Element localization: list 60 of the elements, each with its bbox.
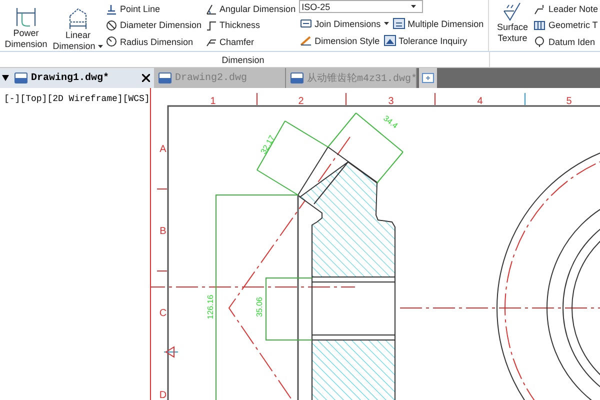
ribbon-button[interactable]: Power Dimension [0, 4, 52, 51]
caret-icon [410, 5, 416, 8]
ruler-label: 4 [477, 96, 483, 107]
ruler-label: D [159, 390, 167, 400]
document-tab[interactable]: Drawing1.dwg* [10, 68, 154, 88]
ribbon-button[interactable]: Surface Texture [492, 0, 532, 51]
tolerance-icon [384, 35, 396, 46]
ruler-label: 5 [566, 96, 572, 107]
circle-slash-icon [106, 20, 117, 31]
ribbon-button[interactable]: Point Line [105, 1, 203, 18]
ruler-label: C [159, 308, 167, 319]
new-tab-button[interactable] [419, 68, 437, 88]
ruler-label: 1 [210, 96, 216, 107]
ruler-tick [156, 188, 168, 190]
ribbon-button[interactable]: Datum Iden [533, 34, 599, 50]
ribbon-button[interactable]: Join Dimensions [298, 15, 390, 32]
ruler-label: 3 [388, 96, 394, 107]
grid-frame-icon [534, 20, 546, 31]
dimension-text: 126.16 [206, 294, 215, 320]
datum-circle-icon [534, 36, 546, 48]
dimension-text: 35.06 [255, 296, 264, 318]
ribbon-button[interactable]: Dimension Style [298, 32, 381, 49]
dropdown-arrow-icon [2, 75, 8, 81]
thickness-icon [206, 20, 217, 31]
ribbon-button[interactable]: Radius Dimension [105, 34, 203, 50]
new-tab-icon [422, 73, 434, 83]
ruler-label: B [160, 226, 166, 237]
ribbon-button[interactable]: Tolerance Inquiry [382, 32, 468, 49]
multiple-dimension-icon [392, 18, 405, 29]
circle-radius-icon [106, 36, 117, 48]
ribbon-button[interactable]: Diameter Dimension [105, 17, 203, 34]
ribbon-button[interactable]: Leader Note [533, 1, 599, 18]
leader-icon [534, 4, 546, 15]
close-icon[interactable] [142, 74, 150, 82]
ribbon-button[interactable]: Linear Dimension [52, 4, 104, 51]
power-dimension-icon [14, 6, 38, 28]
style-select[interactable]: ISO-25 [298, 0, 423, 13]
ucs-marker-icon [164, 346, 178, 358]
pencil-ruler-icon [300, 35, 312, 46]
join-dimension-icon [300, 18, 312, 29]
drawing-file-icon [158, 72, 172, 84]
ruler-tick [524, 92, 526, 106]
angle-icon [206, 4, 217, 15]
ruler-tick [156, 270, 168, 272]
ribbon-button[interactable]: Thickness [204, 17, 297, 34]
point-line-icon [106, 4, 117, 15]
panel-title: Dimension [220, 54, 266, 67]
ruler-label: 2 [298, 96, 304, 107]
ribbon-button[interactable]: Chamfer [204, 34, 297, 50]
ribbon-button[interactable]: Multiple Dimension [392, 15, 485, 32]
ruler-tick [256, 92, 258, 106]
ruler-label: A [160, 144, 166, 155]
viewport-label[interactable]: [-][Top][2D Wireframe][WCS] [4, 94, 150, 104]
dimension-text: 34.4 [382, 114, 400, 130]
drawing-file-icon [14, 72, 28, 84]
ribbon-button[interactable]: Angular Dimension [204, 1, 297, 18]
surface-texture-icon [502, 2, 522, 22]
ribbon-button[interactable]: Geometric T [533, 17, 599, 34]
drawing-file-icon [290, 72, 304, 84]
ruler-tick [434, 92, 436, 106]
